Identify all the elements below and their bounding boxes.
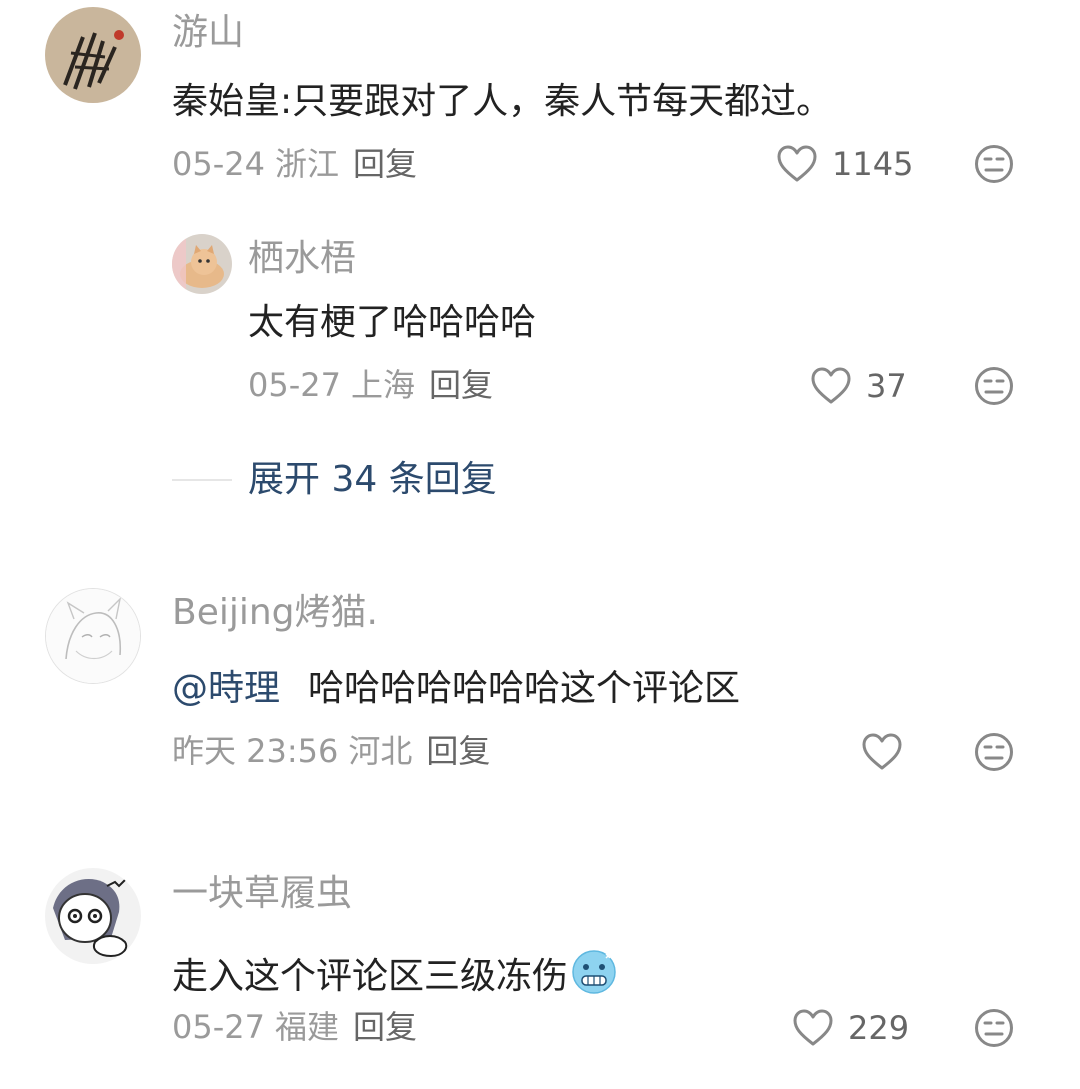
meh-face-icon — [975, 733, 1013, 771]
expand-replies-button[interactable]: 展开 34 条回复 — [248, 462, 497, 498]
sketch-avatar-icon — [46, 589, 140, 683]
meh-face-icon — [975, 145, 1013, 183]
comment-location: 河北 — [348, 732, 413, 770]
like-button[interactable]: 37 — [810, 366, 907, 406]
like-button[interactable] — [861, 732, 903, 772]
username[interactable]: 一块草履虫 — [172, 876, 352, 912]
avatar[interactable] — [172, 234, 232, 294]
comment-text: @時理 哈哈哈哈哈哈哈这个评论区 — [172, 671, 740, 707]
cartoon-avatar-icon — [45, 868, 141, 964]
heart-outline-icon — [793, 1009, 833, 1046]
username[interactable]: Beijing烤猫. — [172, 595, 378, 631]
username[interactable]: 游山 — [172, 15, 244, 51]
comment-text: 太有梗了哈哈哈哈 — [248, 302, 537, 343]
reply-button[interactable]: 回复 — [353, 145, 417, 183]
comment-text: 走入这个评论区三级冻伤 — [172, 948, 618, 996]
dislike-button[interactable] — [974, 1008, 1014, 1052]
comment-location: 浙江 — [274, 145, 339, 183]
dislike-button[interactable] — [974, 732, 1014, 776]
avatar[interactable] — [45, 588, 141, 684]
like-count: 229 — [848, 1009, 910, 1047]
comment-body: 走入这个评论区三级冻伤 — [172, 956, 569, 997]
comment-text: 秦始皇:只要跟对了人，秦人节每天都过。 — [172, 81, 833, 122]
comment-location: 上海 — [350, 366, 415, 404]
like-button[interactable]: 1145 — [776, 144, 913, 184]
expand-divider — [172, 479, 232, 481]
like-count: 37 — [866, 367, 907, 405]
comment-meta: 05-24 浙江 回复 — [172, 148, 417, 180]
like-button[interactable]: 229 — [792, 1008, 909, 1048]
cat-avatar-icon — [172, 234, 232, 294]
dislike-button[interactable] — [974, 366, 1014, 410]
reply-button[interactable]: 回复 — [353, 1008, 417, 1046]
like-count: 1145 — [832, 145, 914, 183]
comment-meta: 05-27 上海 回复 — [248, 369, 493, 401]
ink-painting-avatar-icon — [45, 7, 141, 103]
heart-outline-icon — [777, 145, 817, 182]
reply-button[interactable]: 回复 — [429, 366, 493, 404]
comment-meta: 昨天 23:56 河北 回复 — [172, 735, 490, 767]
heart-outline-icon — [811, 367, 851, 404]
avatar[interactable] — [45, 868, 141, 964]
heart-outline-icon — [862, 733, 902, 770]
username[interactable]: 栖水梧 — [248, 241, 356, 277]
comment-date: 05-24 — [172, 145, 265, 183]
comment-location: 福建 — [274, 1008, 339, 1046]
comment-date: 05-27 — [172, 1008, 265, 1046]
mention-link[interactable]: @時理 — [172, 668, 280, 709]
meh-face-icon — [975, 367, 1013, 405]
comment-date: 05-27 — [248, 366, 341, 404]
comment-body: 哈哈哈哈哈哈哈这个评论区 — [308, 668, 741, 709]
avatar[interactable] — [45, 7, 141, 103]
comment-meta: 05-27 福建 回复 — [172, 1011, 417, 1043]
comment-date: 昨天 23:56 — [172, 732, 339, 770]
cold-face-emoji-icon — [572, 950, 616, 994]
meh-face-icon — [975, 1009, 1013, 1047]
dislike-button[interactable] — [974, 144, 1014, 188]
reply-button[interactable]: 回复 — [426, 732, 490, 770]
